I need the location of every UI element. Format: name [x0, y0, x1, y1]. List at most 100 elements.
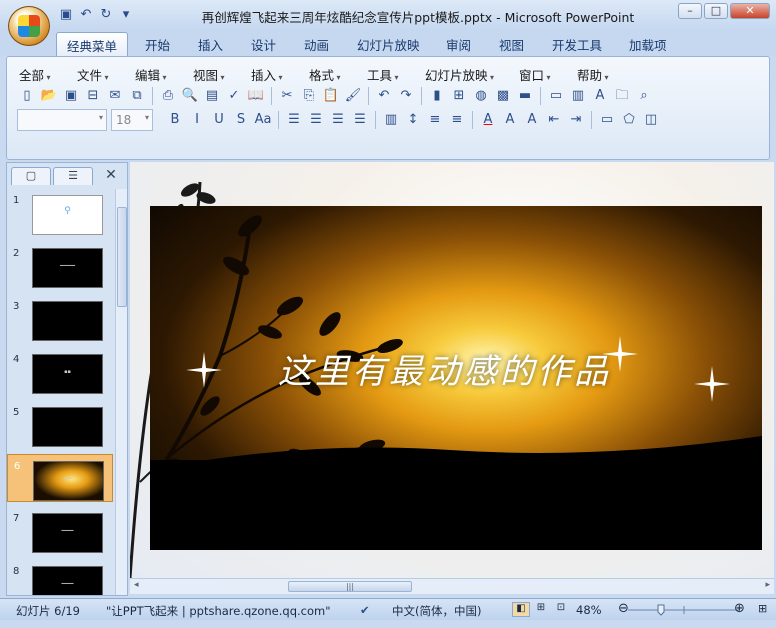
- open-icon[interactable]: 📂: [39, 86, 59, 106]
- copy-icon[interactable]: ⎘: [299, 86, 319, 106]
- close-panel-icon[interactable]: ✕: [103, 167, 119, 185]
- font-size-select[interactable]: 18: [111, 109, 153, 131]
- slide-thumbnail[interactable]: 1 ⚲: [7, 189, 113, 237]
- slide-thumbnail[interactable]: 5: [7, 401, 113, 449]
- italic-icon[interactable]: I: [187, 110, 207, 130]
- outline-tab[interactable]: ☰: [53, 167, 93, 185]
- tab-insert[interactable]: 插入: [198, 35, 223, 54]
- tab-addins[interactable]: 加载项: [629, 35, 667, 54]
- slide-sorter-icon[interactable]: ⊞: [532, 602, 550, 617]
- menu-all[interactable]: 全部: [19, 65, 51, 84]
- redo-icon[interactable]: ↷: [396, 86, 416, 106]
- scroll-left-icon[interactable]: ◂: [134, 580, 139, 590]
- tab-developer[interactable]: 开发工具: [552, 35, 602, 54]
- spelling-icon[interactable]: ✓: [224, 86, 244, 106]
- maximize-button[interactable]: □: [704, 3, 728, 19]
- slide-thumbnail[interactable]: 8 ━━━━: [7, 560, 113, 595]
- tab-slideshow[interactable]: 幻灯片放映: [357, 35, 420, 54]
- slide-thumbnail[interactable]: 2 ━━━━━: [7, 242, 113, 290]
- folder-icon[interactable]: 🗀: [612, 86, 632, 106]
- slide-title[interactable]: 这里有最动感的作品: [278, 344, 611, 393]
- horizontal-scrollbar[interactable]: ◂ ||| ▸: [130, 578, 774, 594]
- menu-insert[interactable]: 插入: [251, 65, 283, 84]
- slide-thumbnail-selected[interactable]: 6 ━━━: [7, 454, 113, 502]
- font-color-icon[interactable]: A: [478, 110, 498, 130]
- slide-thumbnail[interactable]: 7 ━━━━: [7, 507, 113, 555]
- font-name-select[interactable]: [17, 109, 107, 131]
- thumbnail-scrollbar[interactable]: [115, 189, 127, 595]
- align-right-icon[interactable]: ☰: [328, 110, 348, 130]
- arrange-icon[interactable]: ◫: [641, 110, 661, 130]
- tab-review[interactable]: 审阅: [446, 35, 471, 54]
- close-button[interactable]: ✕: [730, 3, 770, 19]
- save-icon[interactable]: ▣: [61, 86, 81, 106]
- menu-tools[interactable]: 工具: [367, 65, 399, 84]
- grow-font-icon[interactable]: A: [500, 110, 520, 130]
- publish-icon[interactable]: ⧉: [127, 86, 147, 106]
- textbox-icon[interactable]: A: [590, 86, 610, 106]
- layout-select-icon[interactable]: ▥: [568, 86, 588, 106]
- language-indicator[interactable]: 中文(简体，中国): [392, 603, 481, 619]
- slide-thumbnail[interactable]: 3: [7, 295, 113, 343]
- print-icon[interactable]: ⎙: [158, 86, 178, 106]
- chart-icon[interactable]: ▮: [427, 86, 447, 106]
- current-slide[interactable]: 这里有最动感的作品: [150, 206, 762, 550]
- paste-icon[interactable]: 📋: [321, 86, 341, 106]
- decrease-indent-icon[interactable]: ⇤: [544, 110, 564, 130]
- menu-format[interactable]: 格式: [309, 65, 341, 84]
- shadow-icon[interactable]: S: [231, 110, 251, 130]
- shapes-icon[interactable]: ⬠: [619, 110, 639, 130]
- email-icon[interactable]: ✉: [105, 86, 125, 106]
- slide-icon[interactable]: ▬: [515, 86, 535, 106]
- spell-check-icon[interactable]: ✔: [360, 603, 370, 617]
- numbering-icon[interactable]: ≡: [425, 110, 445, 130]
- design-icon[interactable]: ▭: [597, 110, 617, 130]
- tab-animations[interactable]: 动画: [304, 35, 329, 54]
- menu-help[interactable]: 帮助: [577, 65, 609, 84]
- justify-icon[interactable]: ☰: [350, 110, 370, 130]
- scroll-right-icon[interactable]: ▸: [765, 580, 770, 590]
- menu-view[interactable]: 视图: [193, 65, 225, 84]
- print-preview-icon[interactable]: 🔍: [180, 86, 200, 106]
- tab-design[interactable]: 设计: [251, 35, 276, 54]
- clipart-icon[interactable]: ◍: [471, 86, 491, 106]
- slide-thumbnail[interactable]: 4 ▪▪: [7, 348, 113, 396]
- new-slide-icon[interactable]: ▭: [546, 86, 566, 106]
- office-button[interactable]: [8, 6, 50, 46]
- line-spacing-icon[interactable]: ↕: [403, 110, 423, 130]
- slides-tab[interactable]: ▢: [11, 167, 51, 185]
- columns-icon[interactable]: ▥: [381, 110, 401, 130]
- shrink-font-icon[interactable]: A: [522, 110, 542, 130]
- permission-icon[interactable]: ⊟: [83, 86, 103, 106]
- zoom-in-icon[interactable]: ⊕: [734, 601, 745, 616]
- picture-icon[interactable]: ▩: [493, 86, 513, 106]
- underline-icon[interactable]: U: [209, 110, 229, 130]
- undo-icon[interactable]: ↶: [374, 86, 394, 106]
- change-case-icon[interactable]: Aa: [253, 110, 273, 130]
- align-left-icon[interactable]: ☰: [284, 110, 304, 130]
- menu-window[interactable]: 窗口: [519, 65, 551, 84]
- menu-edit[interactable]: 编辑: [135, 65, 167, 84]
- scroll-thumb[interactable]: [117, 207, 127, 307]
- menu-file[interactable]: 文件: [77, 65, 109, 84]
- align-center-icon[interactable]: ☰: [306, 110, 326, 130]
- minimize-button[interactable]: –: [678, 3, 702, 19]
- tab-view[interactable]: 视图: [499, 35, 524, 54]
- zoom-icon[interactable]: ⌕: [634, 86, 654, 106]
- normal-view-icon[interactable]: ◧: [512, 602, 530, 617]
- zoom-slider[interactable]: [624, 604, 750, 616]
- cut-icon[interactable]: ✂: [277, 86, 297, 106]
- scroll-thumb[interactable]: |||: [288, 581, 412, 592]
- menu-slideshow[interactable]: 幻灯片放映: [425, 65, 494, 84]
- bold-icon[interactable]: B: [165, 110, 185, 130]
- new-icon[interactable]: ▯: [17, 86, 37, 106]
- slideshow-view-icon[interactable]: ⊡: [552, 602, 570, 617]
- fit-to-window-icon[interactable]: ⊞: [758, 602, 767, 615]
- increase-indent-icon[interactable]: ⇥: [566, 110, 586, 130]
- bullets-icon[interactable]: ≡: [447, 110, 467, 130]
- tab-classic-menu[interactable]: 经典菜单: [56, 32, 129, 56]
- table-icon[interactable]: ⊞: [449, 86, 469, 106]
- zoom-level[interactable]: 48%: [576, 603, 602, 617]
- layout-icon[interactable]: ▤: [202, 86, 222, 106]
- tab-home[interactable]: 开始: [145, 35, 170, 54]
